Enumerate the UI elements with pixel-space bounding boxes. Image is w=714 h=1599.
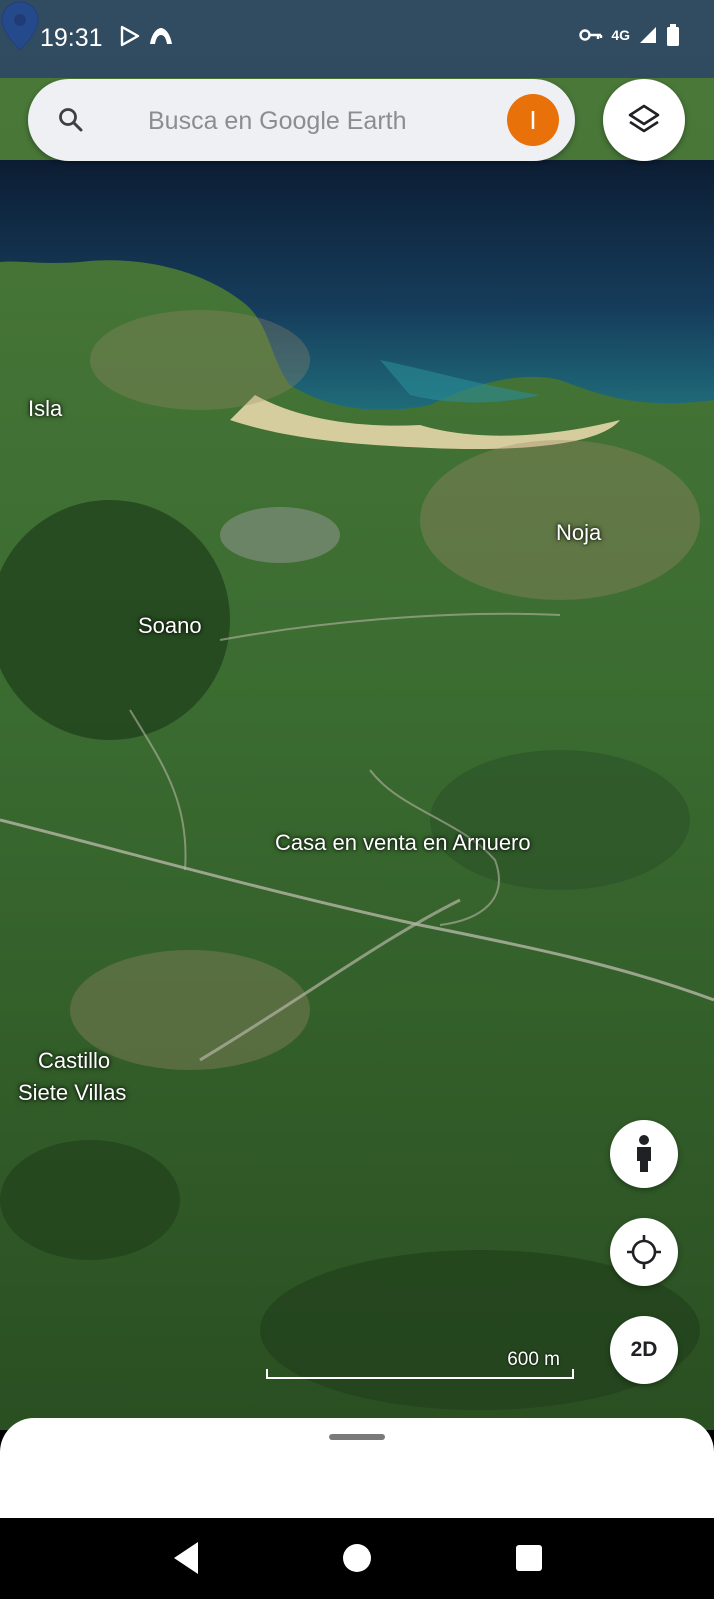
satellite-map[interactable]: Isla Noja Soano Casa en venta en Arnuero… — [0, 0, 714, 1430]
place-label-siete-villas[interactable]: Siete Villas — [18, 1080, 126, 1106]
pegman-icon — [637, 1135, 651, 1172]
search-bar[interactable]: I — [28, 79, 575, 161]
home-icon[interactable] — [341, 1540, 373, 1576]
scale-label: 600 m — [507, 1349, 560, 1370]
place-label-soano[interactable]: Soano — [138, 613, 202, 639]
pin-label[interactable]: Casa en venta en Arnuero — [275, 830, 531, 856]
status-time: 19:31 — [40, 24, 103, 52]
battery-icon — [667, 24, 679, 46]
back-icon[interactable] — [170, 1540, 202, 1576]
search-icon[interactable] — [56, 105, 86, 135]
layers-icon — [628, 104, 660, 133]
street-view-button[interactable] — [610, 1120, 678, 1188]
recents-icon[interactable] — [514, 1540, 544, 1576]
search-input[interactable] — [146, 101, 510, 141]
drag-handle[interactable] — [329, 1434, 385, 1440]
bottom-sheet[interactable] — [0, 1418, 714, 1518]
account-avatar[interactable]: I — [507, 94, 559, 146]
map-scale: 600 m — [266, 1349, 574, 1383]
place-label-castillo[interactable]: Castillo — [38, 1048, 110, 1074]
scale-tick-left — [266, 1369, 268, 1379]
my-location-button[interactable] — [610, 1218, 678, 1286]
notification-icons — [118, 22, 174, 48]
network-type: 4G — [611, 27, 630, 43]
mountain-app-icon — [150, 28, 173, 45]
scale-tick-right — [572, 1369, 574, 1379]
scale-bar — [266, 1377, 574, 1379]
place-label-noja[interactable]: Noja — [556, 520, 601, 546]
place-label-isla[interactable]: Isla — [28, 396, 62, 422]
map-imagery — [0, 0, 714, 1430]
play-store-icon — [120, 25, 140, 47]
system-navigation-bar — [0, 1518, 714, 1599]
view-mode-label: 2D — [630, 1338, 658, 1361]
my-location-icon — [627, 1235, 661, 1269]
view-mode-button[interactable]: 2D — [610, 1316, 678, 1384]
layers-button[interactable] — [603, 79, 685, 161]
status-bar: 19:31 4G — [0, 0, 714, 78]
signal-icon — [640, 27, 656, 43]
vpn-key-icon — [579, 29, 603, 41]
status-right: 4G — [579, 24, 680, 46]
